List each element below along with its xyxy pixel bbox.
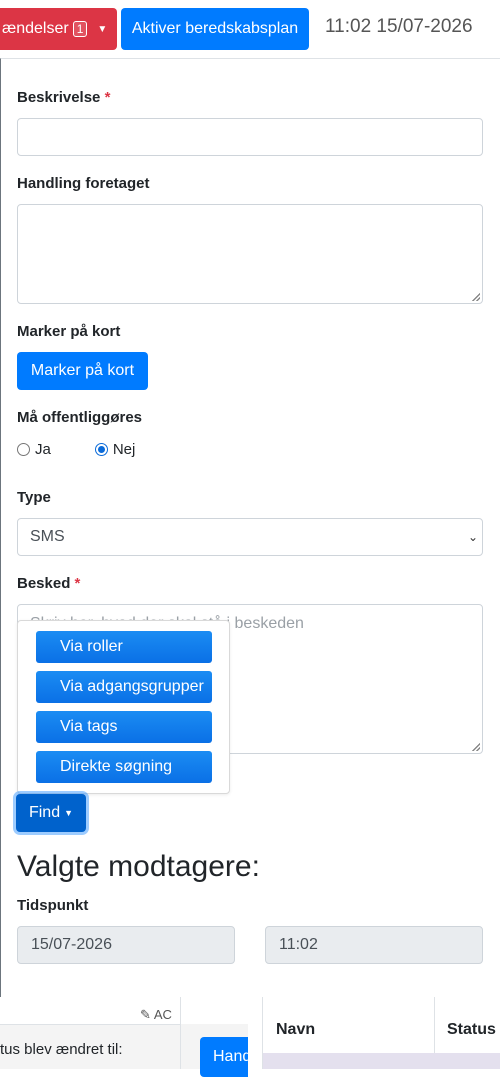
publish-radio-group: Ja Nej <box>17 441 135 458</box>
pencil-icon: ✎ <box>140 1007 151 1022</box>
table-row <box>263 1053 500 1069</box>
menu-item-via-access-groups[interactable]: Via adgangsgrupper <box>36 671 212 703</box>
divider <box>434 997 435 1053</box>
events-dropdown-button[interactable]: ændelser 1 ▼ <box>0 8 117 50</box>
publish-yes-radio[interactable] <box>17 443 30 456</box>
time-field: 11:02 <box>265 926 483 964</box>
caret-down-icon: ▼ <box>97 23 108 35</box>
ac-edit-link[interactable]: ✎ AC <box>140 1007 172 1023</box>
caret-down-icon: ▼ <box>64 808 74 818</box>
menu-item-via-tags[interactable]: Via tags <box>36 711 212 743</box>
type-select[interactable]: SMS ⌄ <box>17 518 483 556</box>
publish-label: Må offentliggøres <box>17 409 143 426</box>
description-input[interactable] <box>17 118 483 156</box>
divider <box>180 997 181 1069</box>
events-label: ændelser <box>2 20 69 37</box>
resize-handle-icon[interactable] <box>472 743 480 751</box>
divider <box>0 1024 180 1025</box>
selected-recipients-heading: Valgte modtagere: <box>17 850 260 883</box>
events-count-badge: 1 <box>72 21 88 37</box>
publish-no-radio[interactable] <box>94 443 108 456</box>
resize-handle-icon[interactable] <box>472 293 480 301</box>
find-button[interactable]: Find ▼ <box>16 794 86 832</box>
publish-yes-label: Ja <box>35 441 51 458</box>
status-log-text: tus blev ændret til: <box>0 1041 123 1058</box>
action-textarea[interactable] <box>17 204 483 304</box>
time-label: Tidspunkt <box>17 897 89 914</box>
map-label: Marker på kort <box>17 323 121 340</box>
menu-item-via-roles[interactable]: Via roller <box>36 631 212 663</box>
description-label: Beskrivelse * <box>17 89 111 106</box>
top-bar: ændelser 1 ▼ Aktiver beredskabsplan 11:0… <box>0 0 500 56</box>
find-dropdown-menu: Via roller Via adgangsgrupper Via tags D… <box>17 620 230 794</box>
required-mark: * <box>104 89 111 106</box>
publish-no-label: Nej <box>112 441 136 458</box>
date-field: 15/07-2026 <box>17 926 235 964</box>
menu-item-direct-search[interactable]: Direkte søgning <box>36 751 212 783</box>
message-label: Besked * <box>17 575 81 592</box>
required-mark: * <box>74 575 81 592</box>
type-label: Type <box>17 489 51 506</box>
column-header-status: Status <box>447 1021 496 1038</box>
column-header-name: Navn <box>276 1021 316 1038</box>
action-button[interactable]: Hand <box>200 1037 251 1077</box>
action-label: Handling foretaget <box>17 175 150 192</box>
activate-plan-button[interactable]: Aktiver beredskabsplan <box>121 8 309 50</box>
clock: 11:02 15/07-2026 <box>325 16 473 37</box>
chevron-down-icon: ⌄ <box>467 530 478 544</box>
mark-on-map-button[interactable]: Marker på kort <box>17 352 148 390</box>
